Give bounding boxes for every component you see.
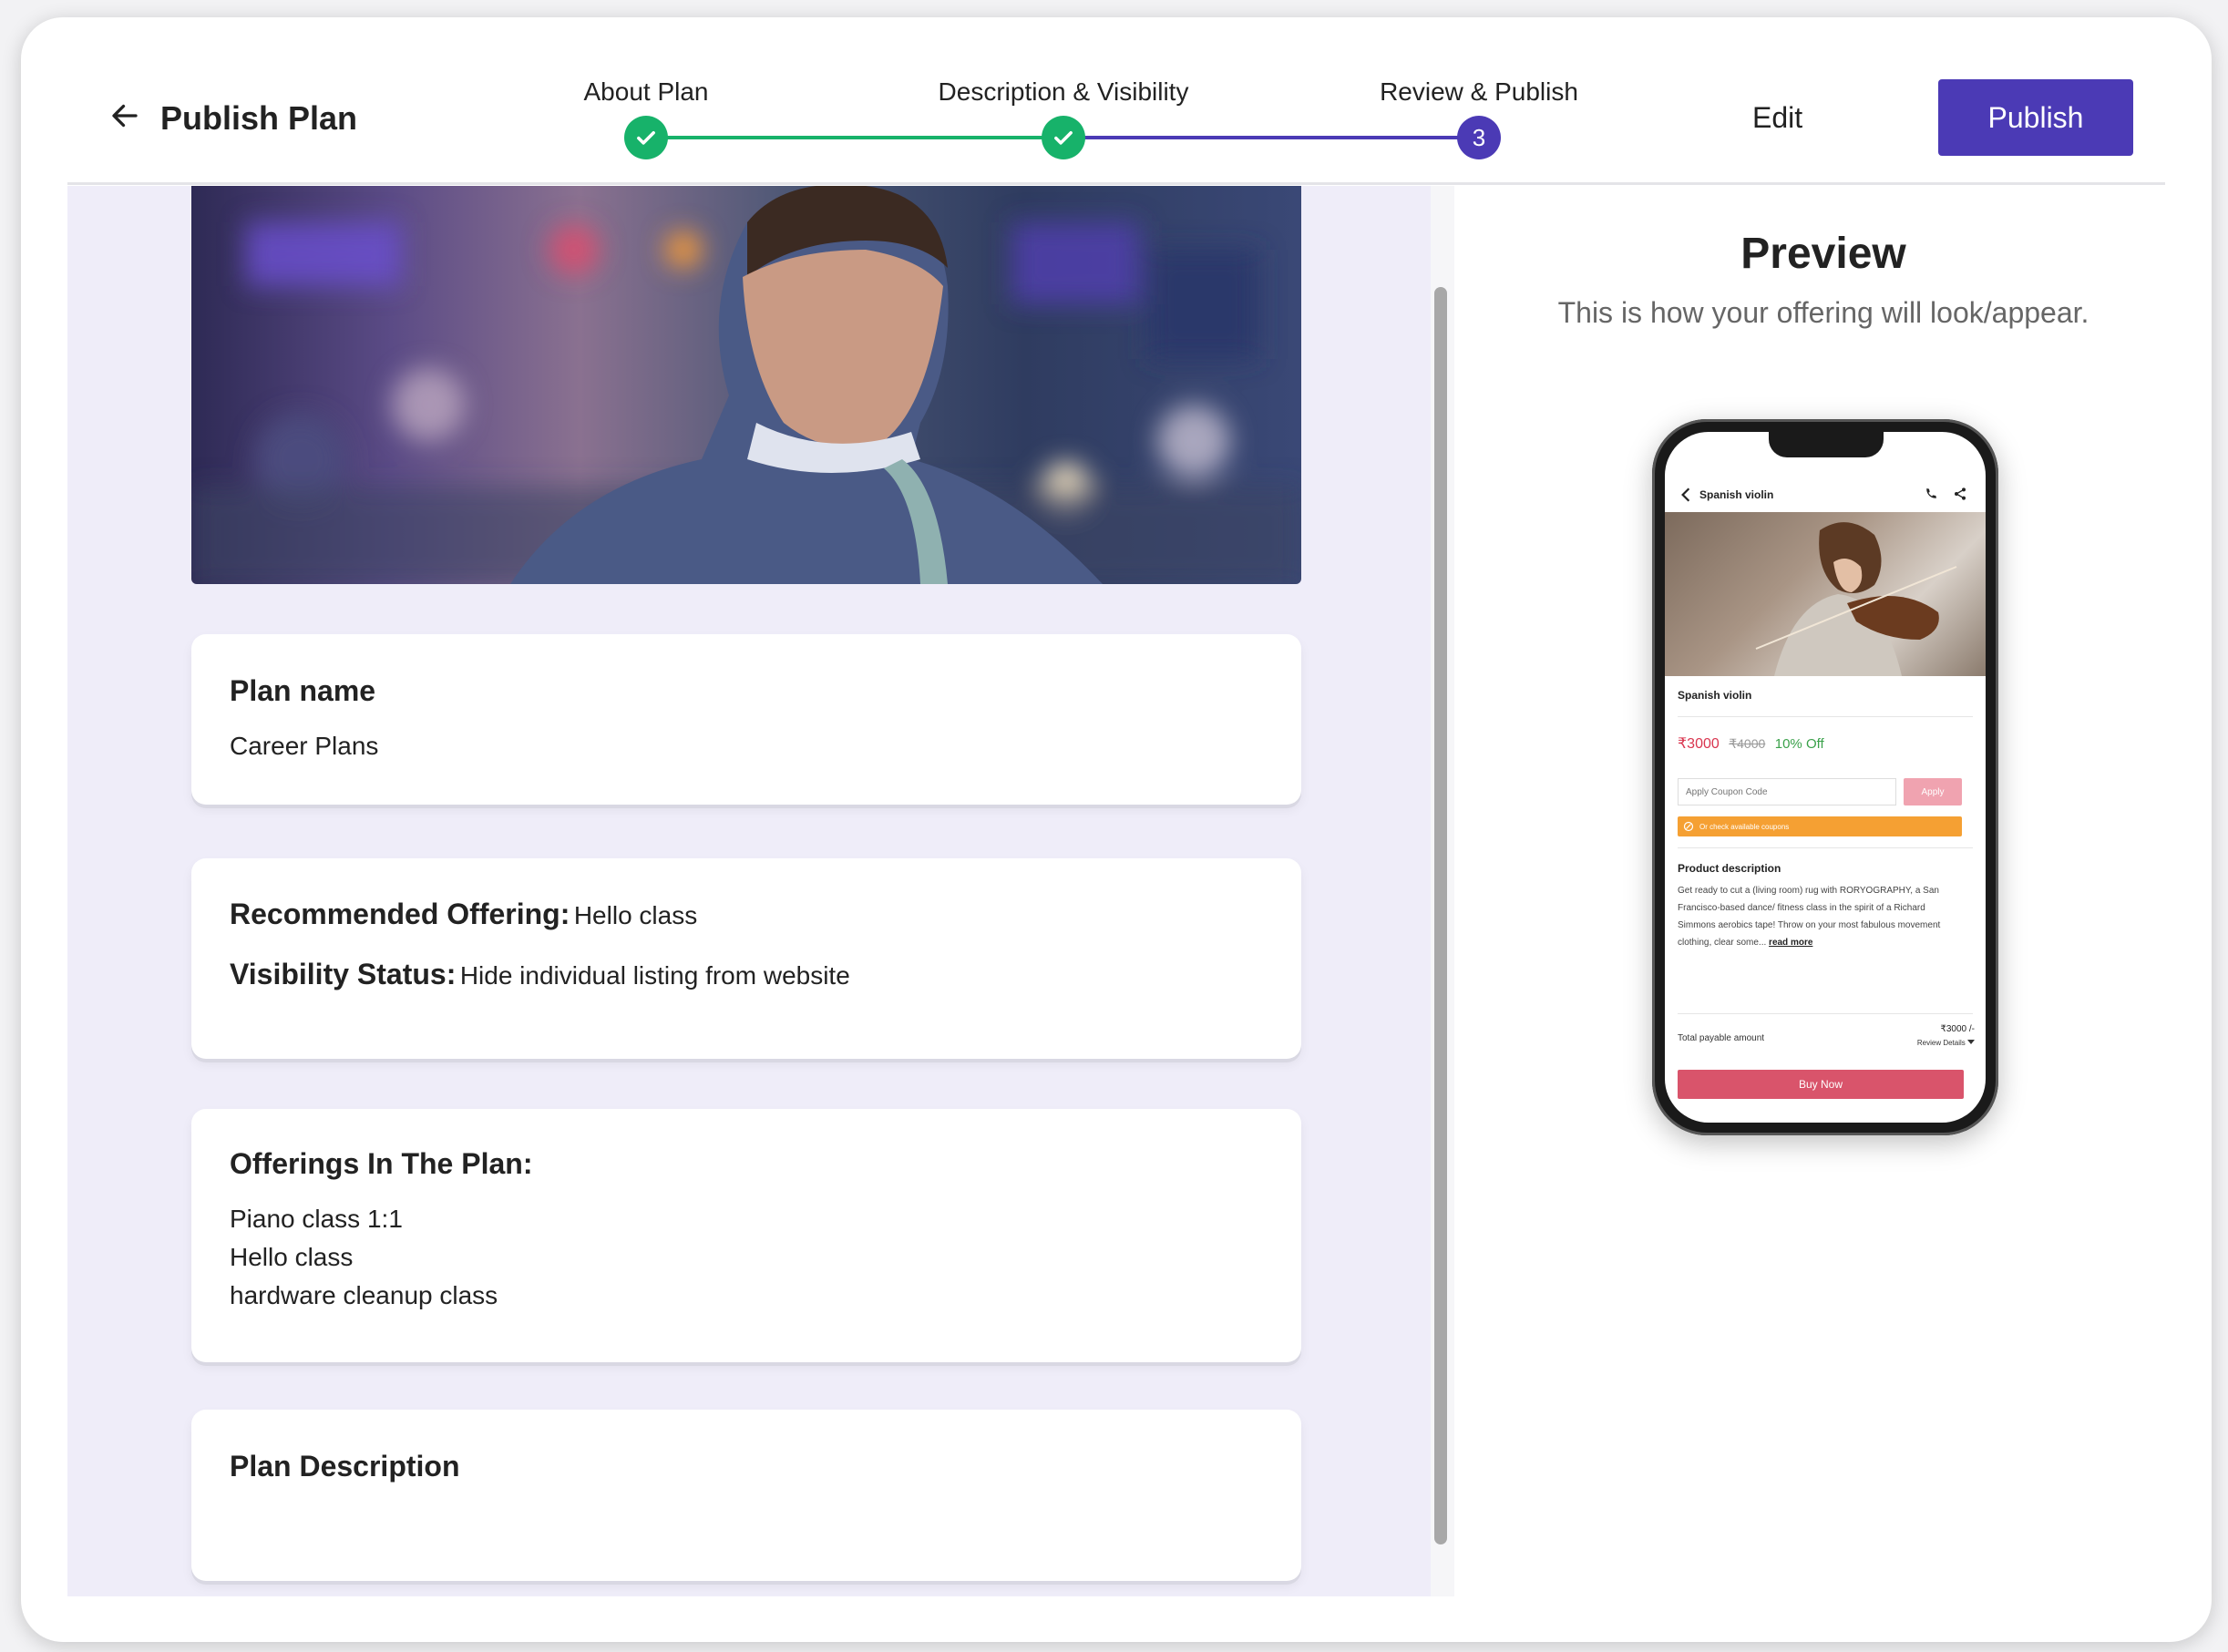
header-divider (67, 182, 2165, 185)
discount-badge: 10% Off (1774, 736, 1824, 752)
plan-name-value: Career Plans (230, 732, 379, 760)
plan-description-title: Plan Description (230, 1450, 460, 1483)
chevron-left-icon (1681, 487, 1690, 502)
coupon-icon (1683, 821, 1694, 832)
price-row: ₹3000 ₹4000 10% Off (1678, 734, 1824, 753)
review-panel: Plan name Career Plans Recommended Offer… (67, 186, 1431, 1596)
product-image (1665, 512, 1986, 676)
step-dot-review-publish[interactable]: 3 (1457, 116, 1501, 159)
phone-mockup: Spanish violin Spanish violin ₹3000 ₹400… (1652, 419, 1998, 1135)
product-name: Spanish violin (1678, 689, 1752, 702)
step-connector-1 (646, 136, 1063, 139)
plan-description-card: Plan Description (191, 1410, 1301, 1581)
total-value: ₹3000 /- (1940, 1024, 1976, 1034)
share-icon (1955, 487, 1966, 500)
phone-screen: Spanish violin Spanish violin ₹3000 ₹400… (1665, 432, 1986, 1123)
available-coupons-banner[interactable]: Or check available coupons (1678, 816, 1962, 836)
visibility-status-value: Hide individual listing from website (459, 961, 850, 990)
apply-coupon-button[interactable]: Apply (1904, 778, 1962, 805)
recommended-offering-value: Hello class (573, 901, 698, 929)
header: Publish Plan About Plan Description & Vi… (21, 17, 2212, 184)
visibility-status-row: Visibility Status: Hide individual listi… (230, 957, 850, 995)
product-description-title: Product description (1678, 862, 1781, 875)
check-icon (637, 131, 655, 145)
preview-subtitle: This is how your offering will look/appe… (1557, 296, 2089, 329)
visibility-status-label: Visibility Status: (230, 958, 457, 990)
read-more-link[interactable]: read more (1769, 938, 1812, 948)
offerings-card: Offerings In The Plan: Piano class 1:1 H… (191, 1109, 1301, 1362)
check-icon (1054, 131, 1073, 145)
product-description-text: Get ready to cut a (living room) rug wit… (1678, 882, 1951, 951)
step-label-about-plan[interactable]: About Plan (584, 77, 709, 107)
recommended-offering-label: Recommended Offering: (230, 898, 570, 930)
offerings-title: Offerings In The Plan: (230, 1147, 533, 1180)
step-connector-2 (1063, 136, 1479, 139)
app-window: Publish Plan About Plan Description & Vi… (21, 17, 2212, 1642)
cover-image (191, 186, 1301, 584)
review-details-label: Review Details (1916, 1039, 1966, 1047)
phone-icon (1926, 488, 1936, 498)
review-details-link[interactable]: Review Details (1917, 1039, 1975, 1047)
offering-visibility-card: Recommended Offering: Hello class Visibi… (191, 858, 1301, 1059)
coupon-input[interactable] (1678, 778, 1896, 805)
publish-button[interactable]: Publish (1938, 79, 2133, 156)
caret-down-icon (1967, 1040, 1975, 1044)
violin-photo (1755, 522, 1957, 676)
phone-notch (1769, 432, 1884, 457)
old-price: ₹4000 (1729, 736, 1766, 751)
total-label: Total payable amount (1678, 1033, 1765, 1043)
step-number: 3 (1472, 123, 1486, 151)
preview-title: Preview (1740, 230, 1906, 278)
offerings-list: Piano class 1:1 Hello class hardware cle… (230, 1200, 498, 1315)
coupons-banner-text: Or check available coupons (1699, 822, 1790, 831)
cover-photo (191, 186, 1301, 584)
step-label-description-visibility[interactable]: Description & Visibility (939, 77, 1189, 107)
list-item: hardware cleanup class (230, 1281, 498, 1309)
plan-name-card: Plan name Career Plans (191, 634, 1301, 805)
buy-now-button[interactable]: Buy Now (1678, 1070, 1964, 1099)
page-title: Publish Plan (160, 99, 358, 137)
list-item: Hello class (230, 1243, 354, 1271)
price: ₹3000 (1678, 736, 1720, 752)
edit-button[interactable]: Edit (1752, 101, 1802, 135)
step-label-review-publish[interactable]: Review & Publish (1380, 77, 1578, 107)
step-dot-description-visibility[interactable] (1042, 116, 1085, 159)
recommended-offering-row: Recommended Offering: Hello class (230, 897, 697, 935)
arrow-left-icon (112, 104, 138, 128)
back-button[interactable] (105, 96, 145, 136)
plan-name-label: Plan name (230, 674, 376, 707)
divider (1678, 716, 1973, 717)
divider (1678, 847, 1973, 848)
divider (1678, 1013, 1973, 1014)
phone-topbar-title: Spanish violin (1699, 488, 1774, 501)
step-dot-about-plan[interactable] (624, 116, 668, 159)
scrollbar-thumb[interactable] (1434, 287, 1447, 1544)
list-item: Piano class 1:1 (230, 1205, 403, 1233)
